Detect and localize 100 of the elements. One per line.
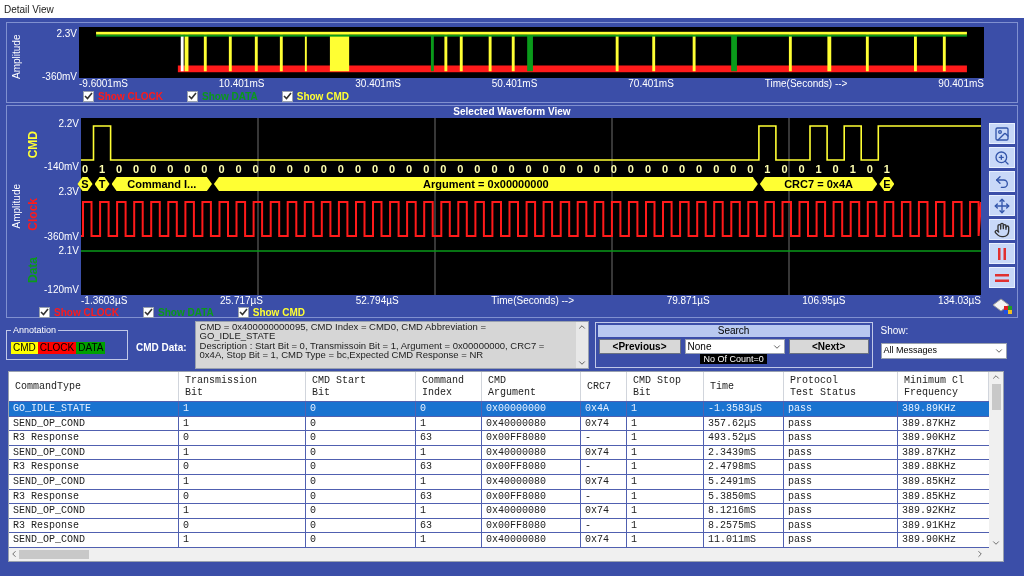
table-cell: 0x74	[581, 445, 627, 460]
column-header[interactable]: CommandType	[9, 372, 179, 401]
table-cell: 0	[306, 474, 416, 489]
vertical-scrollbar[interactable]	[989, 372, 1003, 548]
bit-value: 0	[252, 163, 259, 175]
cmd-data-field[interactable]	[194, 321, 589, 369]
column-header[interactable]: Command Index	[416, 372, 482, 401]
bit-value: 0	[627, 163, 634, 175]
table-cell: 0x00000000	[482, 402, 581, 416]
table-cell: 1	[416, 416, 482, 431]
column-header[interactable]: Time	[704, 372, 784, 401]
checkbox[interactable]	[83, 90, 94, 102]
bit-value: 1	[849, 163, 856, 175]
table-cell: 0	[179, 431, 306, 445]
show-dropdown[interactable]: All Messages	[880, 343, 1007, 359]
checkbox[interactable]	[39, 306, 50, 318]
bit-value: 1	[99, 163, 106, 175]
table-cell: R3 Response	[9, 460, 179, 474]
filter-dropdown[interactable]: None	[684, 339, 785, 354]
table-cell: 0x40000080	[482, 416, 581, 431]
table-cell: 2.4798mS	[704, 460, 784, 474]
field-label: Show:	[880, 324, 910, 338]
horizontal-cursor-button[interactable]	[989, 267, 1015, 288]
table-cell: 0	[179, 489, 306, 504]
column-header[interactable]: Protocol Test Status	[784, 372, 898, 401]
table-cell: -	[581, 460, 627, 474]
vertical-cursor-button[interactable]	[989, 243, 1015, 264]
annotation-tag: CMD	[11, 342, 38, 355]
decoded-field: Argument = 0x00000000	[213, 177, 758, 191]
column-header[interactable]: Transmission Bit	[179, 372, 306, 401]
table-cell: R3 Response	[9, 431, 179, 445]
checkbox[interactable]	[143, 306, 154, 318]
table-cell: 1	[627, 533, 704, 547]
bit-value: 0	[713, 163, 720, 175]
axis-tick-label: -1.3603µS	[81, 295, 128, 306]
picture-icon	[994, 125, 1010, 142]
table-row[interactable]: R3 Response 0 0 63 0x00FF8080 - 1 493.52µS pass 389.90KHz	[9, 431, 989, 446]
hand-button[interactable]	[989, 219, 1015, 240]
table-cell: pass	[784, 489, 898, 504]
table-cell: 1	[416, 474, 482, 489]
picture-button[interactable]	[989, 123, 1015, 144]
undo-button[interactable]	[989, 171, 1015, 192]
bit-value: 0	[644, 163, 652, 175]
table-cell: pass	[784, 445, 898, 460]
scroll-left-icon[interactable]	[9, 549, 19, 560]
table-cell: 0	[179, 460, 306, 474]
scroll-right-icon[interactable]	[975, 549, 985, 560]
table-row[interactable]: GO_IDLE_STATE 1 0 0 0x00000000 0x4A 1 -1.3583µS pass 389.89KHz	[9, 402, 989, 417]
axis-tick-label: -9.6001mS	[79, 78, 128, 90]
table-row[interactable]: SEND_OP_COND 1 0 1 0x40000080 0x74 1 11.011mS pass 389.90KHz	[9, 533, 989, 548]
bit-value: 0	[798, 163, 805, 175]
scroll-thumb[interactable]	[991, 384, 1001, 410]
column-header[interactable]: CRC7	[581, 372, 627, 401]
bit-value: 0	[508, 163, 515, 175]
axis-title: Time(Seconds) -->	[764, 78, 848, 90]
scroll-up-icon[interactable]	[991, 372, 1001, 382]
bit-value: 0	[474, 163, 481, 175]
table-cell: pass	[784, 474, 898, 489]
check-icon	[238, 308, 248, 316]
axis-title: Amplitude	[10, 33, 23, 82]
table-cell: 0	[306, 489, 416, 504]
table-cell: 0	[306, 518, 416, 533]
count-label: No Of Count=0	[700, 354, 767, 364]
table-row[interactable]: SEND_OP_COND 1 0 1 0x40000080 0x74 1 8.1216mS pass 389.92KHz	[9, 504, 989, 519]
check-icon	[40, 308, 49, 316]
axis-value-label: 2.3V	[58, 186, 79, 197]
bit-value: 0	[235, 163, 242, 175]
table-cell: 1	[416, 504, 482, 518]
checkbox[interactable]	[281, 90, 293, 102]
bit-value: 0	[832, 163, 839, 175]
pan-button[interactable]	[989, 195, 1015, 216]
table-cell: 1	[416, 445, 482, 460]
previous-button[interactable]: <Previous>	[598, 339, 681, 354]
scroll-thumb[interactable]	[19, 549, 89, 559]
column-header[interactable]: CMD Argument	[482, 372, 581, 401]
table-cell: 0x00FF8080	[482, 460, 581, 474]
next-button[interactable]: <Next>	[788, 339, 869, 354]
table-cell: 5.2491mS	[704, 474, 784, 489]
axis-value-label: 2.2V	[58, 118, 79, 129]
axis-tick-label: 134.03µS	[937, 295, 981, 306]
table-cell: 8.2575mS	[704, 518, 784, 533]
bit-value: 0	[576, 163, 583, 175]
axis-tick-label: 90.401mS	[938, 78, 984, 90]
column-header[interactable]: CMD Start Bit	[306, 372, 416, 401]
bit-value: 1	[764, 163, 771, 175]
table-cell: 0x40000080	[482, 445, 581, 460]
bit-value: 0	[593, 163, 600, 175]
zoom-button[interactable]	[989, 147, 1015, 168]
table-row[interactable]: R3 Response 0 0 63 0x00FF8080 - 1 2.4798mS pass 389.88KHz	[9, 460, 989, 475]
bit-value: 0	[389, 163, 396, 175]
table-cell: 357.62µS	[704, 416, 784, 431]
bit-value: 0	[286, 163, 293, 175]
channel-name: CMD	[27, 131, 40, 159]
checkbox[interactable]	[237, 306, 249, 318]
channel-name: Data	[27, 257, 40, 283]
column-header[interactable]: CMD Stop Bit	[627, 372, 704, 401]
checkbox[interactable]	[187, 90, 198, 102]
undo-icon	[994, 173, 1010, 190]
bit-value: 0	[525, 163, 532, 175]
checkbox-label: Show DATA	[202, 89, 258, 104]
